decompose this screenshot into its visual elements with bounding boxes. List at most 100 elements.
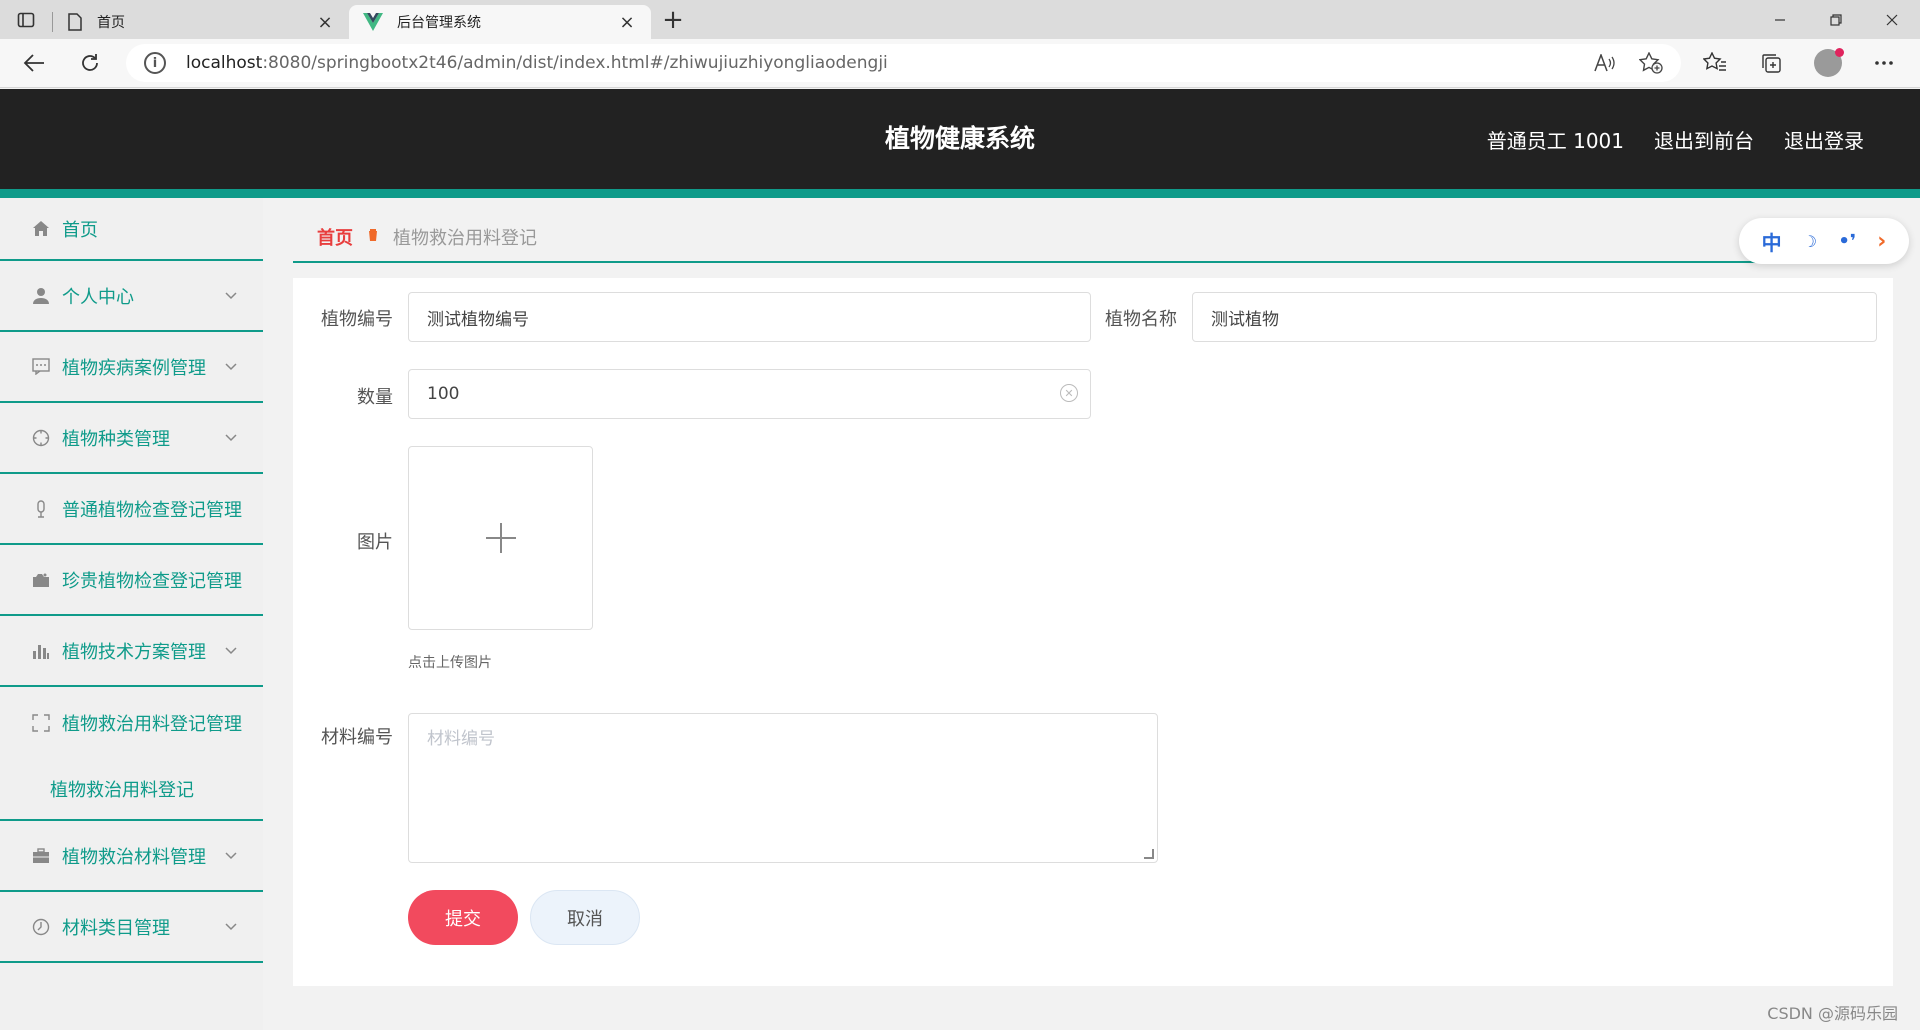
logout-link[interactable]: 退出登录	[1784, 125, 1864, 154]
clock-icon	[30, 916, 52, 938]
quantity-field[interactable]: 100 ✕	[408, 369, 1091, 419]
browser-tab-admin[interactable]: 后台管理系统 ×	[349, 5, 651, 39]
minimize-button[interactable]	[1752, 0, 1808, 39]
sidebar-item-label: 个人中心	[62, 286, 134, 308]
breadcrumb-separator-icon	[367, 228, 379, 246]
sidebar-menu: 首页 个人中心 植物疾病案例管理 植物种类管理 普通植物检查登记管理 珍贵植物检…	[0, 198, 263, 1030]
sidebar-item-label: 植物种类管理	[62, 428, 170, 450]
reload-icon	[82, 54, 98, 71]
profile-button[interactable]	[1806, 41, 1850, 85]
minimize-icon	[1775, 18, 1785, 21]
tab-actions-button[interactable]	[0, 0, 52, 39]
browser-toolbar: i localhost:8080/springbootx2t46/admin/d…	[0, 39, 1920, 88]
sidebar-item-label: 普通植物检查登记管理	[62, 499, 242, 521]
sidebar-item-rare-inspection[interactable]: 珍贵植物检查登记管理	[0, 545, 263, 616]
sidebar-item-personal-center[interactable]: 个人中心	[0, 261, 263, 332]
sidebar-item-common-inspection[interactable]: 普通植物检查登记管理	[0, 474, 263, 545]
back-button[interactable]	[6, 41, 62, 85]
browser-tab-home[interactable]: 首页 ×	[53, 5, 349, 39]
sidebar-item-tech-plans[interactable]: 植物技术方案管理	[0, 616, 263, 687]
browser-tab-strip: 首页 × 后台管理系统 × +	[0, 0, 1920, 39]
quote-icon[interactable]: •❜	[1838, 231, 1856, 252]
chevron-down-icon	[225, 360, 237, 375]
sidebar-item-label: 材料类目管理	[62, 917, 170, 939]
quantity-label: 数量	[357, 387, 393, 408]
url-host: localhost	[186, 53, 263, 73]
more-menu-icon[interactable]	[1862, 41, 1906, 85]
breadcrumb: 首页 植物救治用料登记	[293, 213, 1893, 263]
sidebar-subitem-treatment-registration[interactable]: 植物救治用料登记	[0, 758, 263, 821]
chevron-down-icon	[225, 849, 237, 864]
submit-button[interactable]: 提交	[408, 890, 518, 945]
chevron-down-icon	[225, 289, 237, 304]
plant-name-field[interactable]: 测试植物	[1192, 292, 1877, 342]
registration-form: 植物编号 测试植物编号 植物名称 测试植物 数量 100 ✕ 图片 点击上传图片…	[293, 278, 1893, 986]
sidebar-item-label: 植物救治用料登记管理	[62, 713, 242, 735]
vue-logo-icon	[363, 13, 383, 31]
add-favorite-icon[interactable]	[1631, 44, 1671, 82]
cancel-button[interactable]: 取消	[530, 890, 640, 945]
url-text: localhost:8080/springbootx2t46/admin/dis…	[186, 53, 888, 73]
material-no-textarea[interactable]: 材料编号	[408, 713, 1158, 863]
material-no-placeholder: 材料编号	[427, 729, 495, 749]
close-window-button[interactable]	[1864, 0, 1920, 39]
resize-handle-icon[interactable]	[1144, 849, 1154, 859]
image-upload-button[interactable]	[408, 446, 593, 630]
header-accent-bar	[0, 189, 1920, 198]
close-tab-icon[interactable]: ×	[617, 12, 637, 33]
user-icon	[30, 285, 52, 307]
close-icon	[1886, 14, 1898, 25]
fullscreen-icon	[30, 712, 52, 734]
site-info-icon[interactable]: i	[144, 52, 166, 74]
compass-icon	[30, 427, 52, 449]
suitcase-icon	[30, 845, 52, 867]
back-to-front-link[interactable]: 退出到前台	[1654, 125, 1754, 154]
plant-no-field[interactable]: 测试植物编号	[408, 292, 1091, 342]
tab-actions-icon	[17, 12, 35, 27]
microphone-icon	[30, 498, 52, 520]
address-bar[interactable]: i localhost:8080/springbootx2t46/admin/d…	[126, 44, 1681, 82]
dark-mode-icon[interactable]: ☽	[1803, 232, 1817, 251]
breadcrumb-current: 植物救治用料登记	[393, 228, 537, 249]
sidebar-item-label: 植物救治材料管理	[62, 846, 206, 868]
tab-title: 首页	[97, 15, 125, 31]
chevron-down-icon	[225, 431, 237, 446]
sidebar-item-material-categories[interactable]: 材料类目管理	[0, 892, 263, 963]
sidebar-item-plant-species[interactable]: 植物种类管理	[0, 403, 263, 474]
plant-name-value: 测试植物	[1211, 309, 1279, 330]
bar-chart-icon	[30, 640, 52, 662]
sidebar-item-treatment-materials[interactable]: 植物救治材料管理	[0, 821, 263, 892]
sidebar-item-treatment-registration[interactable]: 植物救治用料登记管理	[0, 687, 263, 758]
sidebar-item-home[interactable]: 首页	[0, 198, 263, 261]
sidebar-item-label: 植物技术方案管理	[62, 641, 206, 663]
current-user-label: 普通员工 1001	[1486, 128, 1624, 153]
app-header: 植物健康系统 普通员工 1001 退出到前台 退出登录	[0, 89, 1920, 189]
camera-icon	[30, 569, 52, 591]
avatar	[1814, 48, 1844, 77]
tab-title: 后台管理系统	[397, 15, 481, 31]
message-icon	[30, 356, 52, 378]
breadcrumb-home-link[interactable]: 首页	[317, 224, 353, 250]
collections-icon[interactable]	[1749, 41, 1793, 85]
clear-input-icon[interactable]: ✕	[1060, 384, 1078, 402]
material-no-label: 材料编号	[321, 727, 393, 748]
favorites-icon[interactable]	[1693, 41, 1737, 85]
close-tab-icon[interactable]: ×	[315, 12, 335, 33]
home-icon	[30, 218, 52, 240]
page-icon	[68, 13, 82, 31]
watermark: CSDN @源码乐园	[1767, 1004, 1898, 1023]
notification-dot	[1835, 48, 1844, 57]
restore-button[interactable]	[1808, 0, 1864, 39]
header-actions: 普通员工 1001 退出到前台 退出登录	[1487, 89, 1864, 189]
language-toggle[interactable]: 中	[1762, 227, 1782, 256]
image-label: 图片	[357, 532, 393, 553]
chevron-right-icon[interactable]: ›	[1877, 229, 1886, 254]
sidebar-item-label: 植物疾病案例管理	[62, 357, 206, 379]
sidebar-item-label: 珍贵植物检查登记管理	[62, 570, 242, 592]
arrow-left-icon	[23, 54, 44, 72]
upload-tip: 点击上传图片	[408, 655, 492, 671]
sidebar-item-disease-cases[interactable]: 植物疾病案例管理	[0, 332, 263, 403]
read-aloud-icon[interactable]	[1585, 44, 1625, 82]
new-tab-button[interactable]: +	[651, 3, 695, 37]
reload-button[interactable]	[62, 41, 118, 85]
